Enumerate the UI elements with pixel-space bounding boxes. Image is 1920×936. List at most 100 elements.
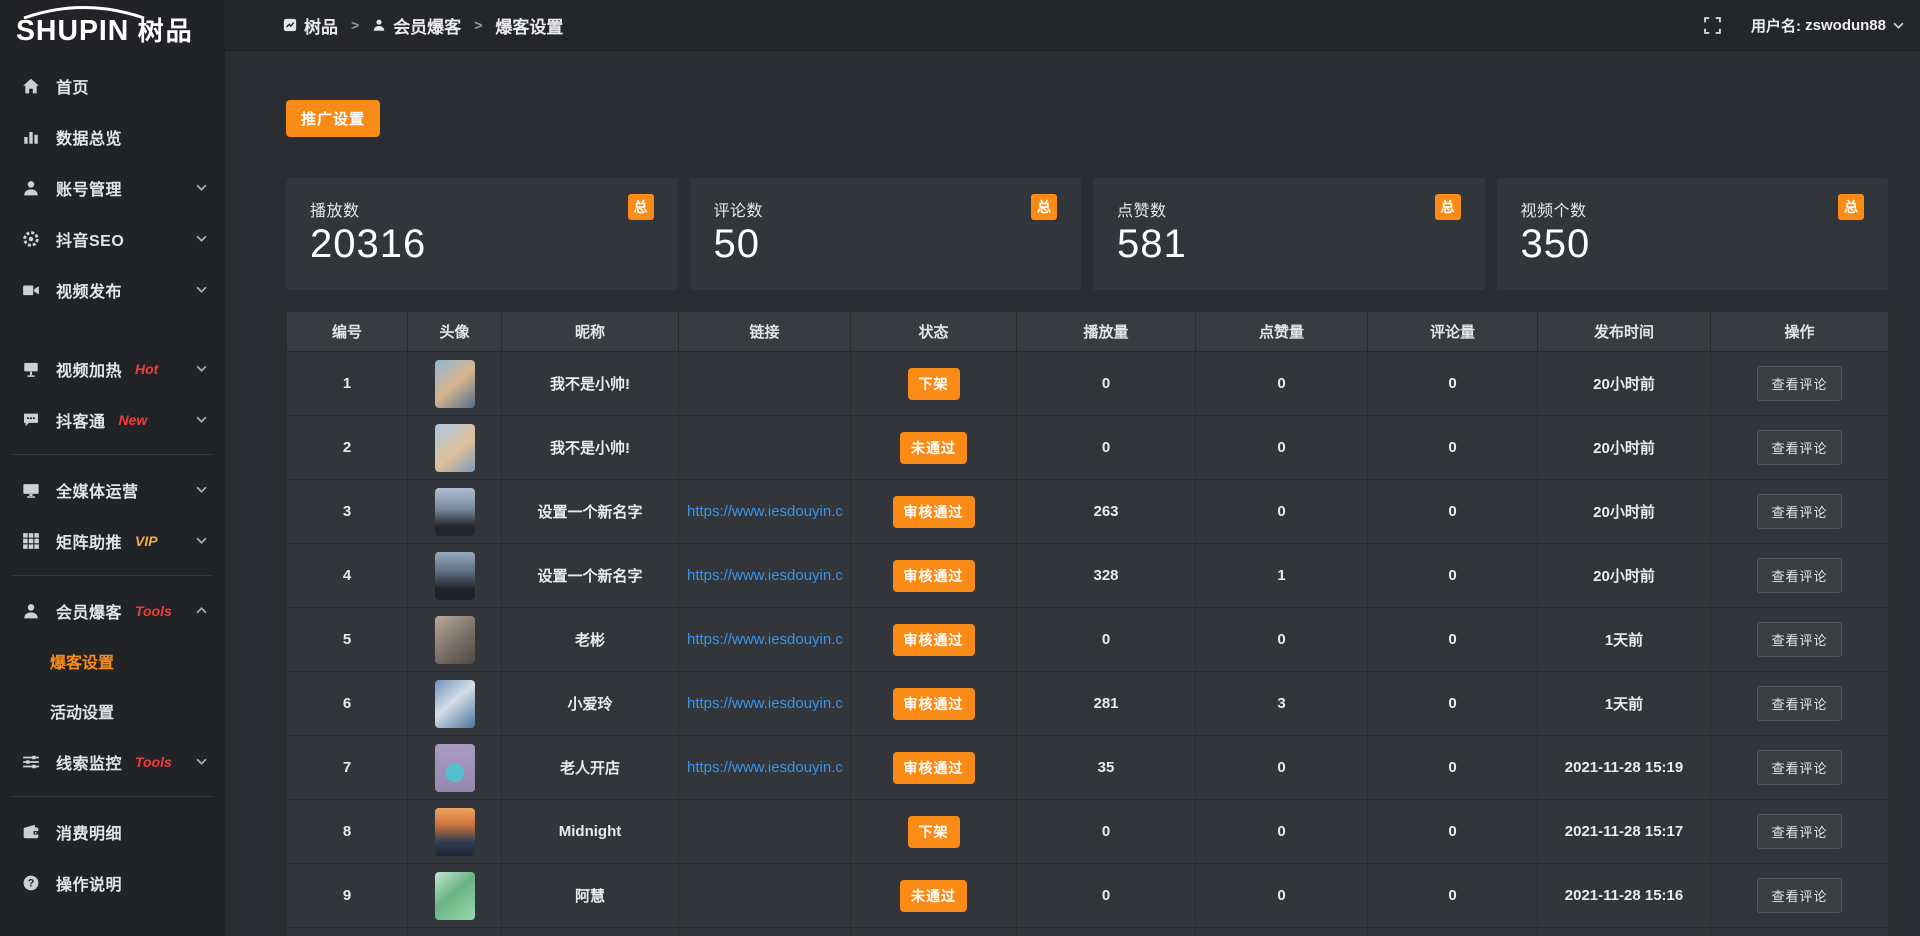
sidebar-item-label: 消费明细 (56, 820, 122, 844)
cell-nickname: 设置一个新名字 (502, 480, 679, 544)
user-menu[interactable]: 用户名: zswodun88 (1751, 15, 1904, 36)
video-link[interactable]: https://www.iesdouyin.c (687, 759, 843, 776)
sidebar-item-会员爆客[interactable]: 会员爆客Tools (0, 585, 225, 636)
sidebar-item-首页[interactable]: 首页 (0, 60, 225, 111)
breadcrumb-item-树品[interactable]: 树品 (283, 13, 338, 38)
sidebar-item-账号管理[interactable]: 账号管理 (0, 162, 225, 213)
stat-card-label: 视频个数 (1521, 197, 1587, 221)
status-badge: 下架 (908, 368, 960, 400)
stat-card-header: 评论数 总 (714, 197, 1058, 221)
sidebar-divider (12, 796, 213, 797)
video-link[interactable]: https://www.iesdouyin.c (687, 567, 843, 584)
app-icon (283, 18, 297, 32)
cell-avatar (408, 928, 502, 936)
chevron-down-icon (196, 537, 207, 544)
breadcrumb-item-会员爆客[interactable]: 会员爆客 (372, 13, 461, 38)
cell-status: 审核通过 (851, 672, 1017, 736)
sidebar-item-label: 抖客通 (56, 408, 106, 432)
breadcrumb-item-爆客设置[interactable]: 爆客设置 (495, 13, 563, 38)
sidebar: SHUPIN 树品 首页数据总览账号管理抖音SEO视频发布视频加热Hot抖客通N… (0, 0, 225, 936)
stat-card-label: 点赞数 (1117, 197, 1167, 221)
cell-avatar (408, 416, 502, 480)
cell-status: 审核通过 (851, 544, 1017, 608)
cell-likes: 0 (1196, 800, 1368, 864)
cell-avatar (408, 864, 502, 928)
video-link[interactable]: https://www.iesdouyin.c (687, 631, 843, 648)
cell-link: https://www.iesdouyin.c (679, 480, 851, 544)
sidebar-item-全媒体运营[interactable]: 全媒体运营 (0, 464, 225, 515)
status-badge: 审核通过 (893, 560, 975, 592)
cell-time: 1天前 (1538, 608, 1711, 672)
sidebar-item-抖音SEO[interactable]: 抖音SEO (0, 213, 225, 264)
sidebar-subitem-爆客设置[interactable]: 爆客设置 (0, 636, 225, 686)
cell-action: 查看评论 (1711, 544, 1889, 608)
avatar (435, 872, 475, 920)
cell-likes: 0 (1196, 352, 1368, 416)
svg-text:?: ? (28, 877, 35, 889)
cell-action: 查看评论 (1711, 608, 1889, 672)
table-row: 2我不是小帅!未通过00020小时前查看评论 (287, 416, 1889, 480)
chevron-down-icon (196, 235, 207, 242)
sidebar-item-label: 视频加热 (56, 357, 122, 381)
cell-likes (1196, 928, 1368, 936)
chevron-down-icon (196, 286, 207, 293)
cell-id: 3 (287, 480, 408, 544)
view-comments-button[interactable]: 查看评论 (1757, 366, 1841, 401)
view-comments-button[interactable]: 查看评论 (1757, 558, 1841, 593)
sidebar-item-视频发布[interactable]: 视频发布 (0, 264, 225, 315)
stat-card-评论数: 评论数 总 50 (690, 178, 1082, 290)
sidebar-item-线索监控[interactable]: 线索监控Tools (0, 736, 225, 787)
view-comments-button[interactable]: 查看评论 (1757, 814, 1841, 849)
column-header-播放量: 播放量 (1017, 312, 1196, 352)
sidebar-divider (12, 575, 213, 576)
cell-plays: 0 (1017, 352, 1196, 416)
cell-action: 查看评论 (1711, 352, 1889, 416)
sidebar-item-消费明细[interactable]: 消费明细 (0, 806, 225, 857)
view-comments-button[interactable]: 查看评论 (1757, 686, 1841, 721)
sidebar-spacer (0, 315, 225, 343)
sidebar-item-视频加热[interactable]: 视频加热Hot (0, 343, 225, 394)
cell-id: 6 (287, 672, 408, 736)
view-comments-button[interactable]: 查看评论 (1757, 430, 1841, 465)
view-comments-button[interactable]: 查看评论 (1757, 494, 1841, 529)
monitor-icon (22, 481, 42, 499)
table-row: 7老人开店https://www.iesdouyin.c审核通过35002021… (287, 736, 1889, 800)
table-row (287, 928, 1889, 936)
cell-link: https://www.iesdouyin.c (679, 672, 851, 736)
breadcrumb-label: 树品 (304, 13, 338, 38)
chart-icon (22, 128, 42, 146)
sidebar-subitem-活动设置[interactable]: 活动设置 (0, 686, 225, 736)
cell-likes: 1 (1196, 544, 1368, 608)
fullscreen-icon[interactable] (1704, 17, 1721, 34)
sidebar-item-抖客通[interactable]: 抖客通New (0, 394, 225, 445)
cell-time: 20小时前 (1538, 416, 1711, 480)
video-link[interactable]: https://www.iesdouyin.c (687, 503, 843, 520)
cell-action: 查看评论 (1711, 480, 1889, 544)
table-row: 6小爱玲https://www.iesdouyin.c审核通过281301天前查… (287, 672, 1889, 736)
view-comments-button[interactable]: 查看评论 (1757, 750, 1841, 785)
avatar (435, 744, 475, 792)
cell-status: 下架 (851, 800, 1017, 864)
videos-table: 编号头像昵称链接状态播放量点赞量评论量发布时间操作 1我不是小帅!下架00020… (286, 311, 1889, 936)
cell-time (1538, 928, 1711, 936)
column-header-评论量: 评论量 (1368, 312, 1538, 352)
cell-status: 审核通过 (851, 736, 1017, 800)
view-comments-button[interactable]: 查看评论 (1757, 878, 1841, 913)
video-link[interactable]: https://www.iesdouyin.c (687, 695, 843, 712)
cell-avatar (408, 736, 502, 800)
view-comments-button[interactable]: 查看评论 (1757, 622, 1841, 657)
sidebar-item-操作说明[interactable]: ?操作说明 (0, 857, 225, 908)
cell-comments: 0 (1368, 672, 1538, 736)
cell-link (679, 800, 851, 864)
sidebar-item-矩阵助推[interactable]: 矩阵助推VIP (0, 515, 225, 566)
cell-time: 20小时前 (1538, 480, 1711, 544)
sidebar-item-数据总览[interactable]: 数据总览 (0, 111, 225, 162)
promotion-settings-button[interactable]: 推广设置 (286, 100, 380, 137)
cell-id: 1 (287, 352, 408, 416)
table-row: 1我不是小帅!下架00020小时前查看评论 (287, 352, 1889, 416)
topbar-right: 用户名: zswodun88 (1704, 15, 1904, 36)
stat-cards: 播放数 总 20316 评论数 总 50 点赞数 总 581 视频个数 总 35… (286, 178, 1888, 290)
column-header-状态: 状态 (851, 312, 1017, 352)
topbar: 树品>会员爆客>爆客设置 用户名: zswodun88 (225, 0, 1920, 51)
help-icon: ? (22, 874, 42, 892)
